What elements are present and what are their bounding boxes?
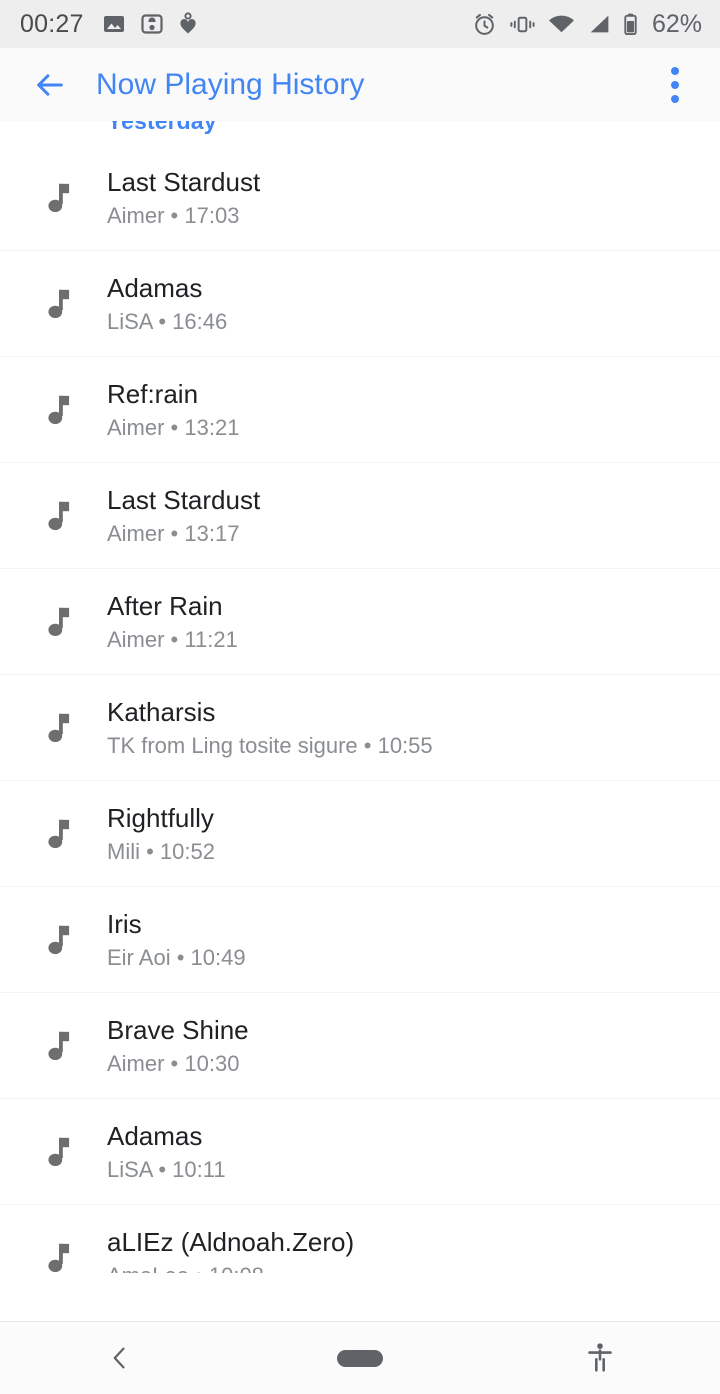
song-text-block: Last Stardust Aimer • 13:17: [107, 485, 261, 546]
music-note-icon: [46, 1136, 82, 1168]
song-list-item[interactable]: Iris Eir Aoi • 10:49: [0, 887, 720, 993]
nav-home-button[interactable]: [240, 1322, 480, 1394]
cellular-signal-icon: [587, 12, 611, 37]
song-subtitle: Aimer • 10:30: [107, 1050, 240, 1076]
song-list-item[interactable]: Brave Shine Aimer • 10:30: [0, 993, 720, 1099]
song-title: After Rain: [107, 591, 223, 622]
music-note-icon: [46, 1242, 82, 1273]
song-title: Iris: [107, 909, 142, 940]
song-list-item[interactable]: aLIEz (Aldnoah.Zero) AmaLee • 10:08: [0, 1205, 720, 1273]
song-subtitle: Aimer • 11:21: [107, 626, 238, 652]
app-bar: Now Playing History: [0, 48, 720, 121]
nav-back-button[interactable]: [0, 1322, 240, 1394]
song-text-block: After Rain Aimer • 11:21: [107, 591, 238, 652]
overflow-dot-icon: [671, 80, 679, 89]
music-note-icon: [46, 818, 82, 850]
back-arrow-icon: [37, 73, 63, 96]
alarm-icon: [472, 12, 497, 37]
status-left-icons: [102, 12, 198, 36]
song-list-item[interactable]: Rightfully Mili • 10:52: [0, 781, 720, 887]
image-icon: [102, 12, 126, 36]
section-header-yesterday: Yesterday: [0, 121, 720, 145]
song-title: aLIEz (Aldnoah.Zero): [107, 1227, 355, 1258]
music-note-icon: [46, 500, 82, 532]
overflow-menu-button[interactable]: [652, 61, 698, 109]
home-pill-icon: [337, 1349, 383, 1367]
song-title: Adamas: [107, 273, 203, 304]
song-title: Rightfully: [107, 803, 214, 834]
song-subtitle: Mili • 10:52: [107, 838, 215, 864]
song-title: Last Stardust: [107, 485, 261, 516]
system-navigation-bar: [0, 1321, 720, 1394]
song-text-block: Last Stardust Aimer • 17:03: [107, 167, 261, 228]
song-text-block: Adamas LiSA • 10:11: [107, 1121, 226, 1182]
overflow-dot-icon: [671, 94, 679, 103]
status-clock: 00:27: [20, 9, 84, 38]
song-subtitle: LiSA • 10:11: [107, 1156, 226, 1182]
status-bar: 00:27 62%: [0, 0, 720, 48]
music-note-icon: [46, 606, 82, 638]
music-note-icon: [46, 288, 82, 320]
screenshot-save-icon: [140, 12, 164, 36]
song-title: Last Stardust: [107, 167, 261, 198]
song-list-item[interactable]: After Rain Aimer • 11:21: [0, 569, 720, 675]
history-list[interactable]: Yesterday Last Stardust Aimer • 17:03 Adam…: [0, 121, 720, 1273]
status-right-icons: 62%: [472, 10, 702, 39]
battery-icon: [623, 12, 638, 37]
song-text-block: Adamas LiSA • 16:46: [107, 273, 228, 334]
song-title: Brave Shine: [107, 1015, 249, 1046]
accessibility-icon: [588, 1343, 612, 1372]
wifi-icon: [548, 12, 575, 37]
phone-screen: 00:27 62% Now Playing History Last Stard…: [0, 0, 720, 1394]
song-subtitle: AmaLee • 10:08: [107, 1263, 354, 1273]
nav-accessibility-button[interactable]: [480, 1322, 720, 1394]
overflow-dot-icon: [671, 66, 679, 75]
song-subtitle: TK from Ling tosite sigure • 10:55: [107, 732, 433, 758]
song-list-item[interactable]: Last Stardust Aimer • 17:03: [0, 145, 720, 251]
song-text-block: Brave Shine Aimer • 10:30: [107, 1015, 249, 1076]
song-list-item[interactable]: Adamas LiSA • 10:11: [0, 1099, 720, 1205]
song-text-block: Ref:rain Aimer • 13:21: [107, 379, 240, 440]
song-text-block: Rightfully Mili • 10:52: [107, 803, 215, 864]
song-subtitle: Aimer • 13:17: [107, 520, 240, 546]
song-list-item[interactable]: Ref:rain Aimer • 13:21: [0, 357, 720, 463]
song-text-block: aLIEz (Aldnoah.Zero) AmaLee • 10:08: [107, 1227, 355, 1273]
song-text-block: Katharsis TK from Ling tosite sigure • 10…: [107, 697, 433, 758]
song-list-item[interactable]: Katharsis TK from Ling tosite sigure • 10…: [0, 675, 720, 781]
song-subtitle: Aimer • 17:03: [107, 202, 240, 228]
back-button[interactable]: [26, 61, 74, 109]
chevron-left-icon: [113, 1347, 125, 1369]
song-list-item[interactable]: Adamas LiSA • 16:46: [0, 251, 720, 357]
music-note-icon: [46, 182, 82, 214]
song-subtitle: Aimer • 13:21: [107, 414, 240, 440]
song-title: Katharsis: [107, 697, 216, 728]
song-title: Adamas: [107, 1121, 203, 1152]
song-list-item[interactable]: Last Stardust Aimer • 13:17: [0, 463, 720, 569]
song-title: Ref:rain: [107, 379, 199, 410]
battery-percent-label: 62%: [651, 9, 702, 38]
page-title: Now Playing History: [96, 67, 365, 101]
song-text-block: Iris Eir Aoi • 10:49: [107, 909, 246, 970]
song-subtitle: LiSA • 16:46: [107, 308, 228, 334]
music-note-icon: [46, 712, 82, 744]
song-subtitle: Eir Aoi • 10:49: [107, 944, 246, 970]
music-note-icon: [46, 1030, 82, 1062]
vibrate-icon: [509, 12, 536, 37]
heart-rate-icon: [178, 12, 198, 36]
music-note-icon: [46, 394, 82, 426]
music-note-icon: [46, 924, 82, 956]
